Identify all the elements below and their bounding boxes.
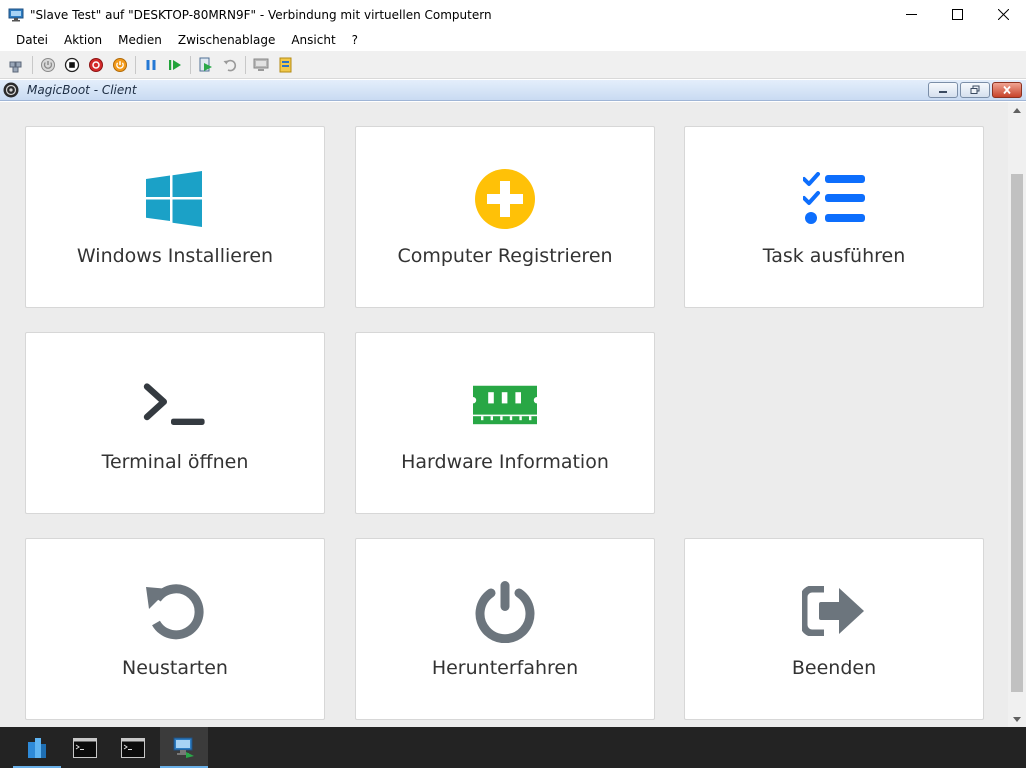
toolbar-separator <box>190 55 191 74</box>
taskbar-vm-connection[interactable] <box>160 727 208 768</box>
minimize-icon <box>939 91 947 93</box>
taskbar-cmd-2[interactable] <box>109 727 157 768</box>
magicboot-logo-icon <box>3 82 19 98</box>
chevron-down-icon <box>1013 716 1021 722</box>
toolbar-separator <box>135 55 136 74</box>
restore-icon <box>970 85 980 94</box>
tile-neustarten[interactable]: Neustarten <box>25 538 325 720</box>
scroll-thumb[interactable] <box>1011 174 1023 692</box>
resume-button[interactable] <box>163 54 187 76</box>
tile-terminal-oeffnen[interactable]: Terminal öffnen <box>25 332 325 514</box>
shutdown-icon <box>89 57 103 72</box>
vertical-scrollbar[interactable] <box>1008 102 1026 727</box>
shutdown-button[interactable] <box>84 54 108 76</box>
tile-label: Herunterfahren <box>431 657 579 679</box>
close-icon <box>1003 85 1011 95</box>
ctrl-alt-del-icon <box>9 61 22 72</box>
tile-label: Windows Installieren <box>76 245 274 267</box>
share-icon <box>279 57 292 72</box>
maximize-icon <box>951 9 963 20</box>
stop-icon <box>64 57 80 72</box>
window-titlebar: "Slave Test" auf "DESKTOP-80MRN9F" - Ver… <box>0 0 1026 29</box>
cmd-icon <box>73 737 97 758</box>
close-button[interactable] <box>980 0 1026 29</box>
guest-minimize-button[interactable] <box>928 82 958 98</box>
revert-button[interactable] <box>218 54 242 76</box>
guest-titlebar: MagicBoot - Client <box>0 80 1026 101</box>
menu-aktion[interactable]: Aktion <box>56 29 110 51</box>
tile-label: Task ausführen <box>762 245 906 267</box>
tile-label: Neustarten <box>122 657 228 679</box>
tile-label: Hardware Information <box>401 451 609 473</box>
menu-help[interactable]: ? <box>344 29 366 51</box>
menu-ansicht[interactable]: Ansicht <box>283 29 343 51</box>
toolbar-separator <box>32 55 33 74</box>
ctrl-alt-del-button[interactable] <box>5 54 29 76</box>
sign-out-icon <box>802 581 866 641</box>
guest-title: MagicBoot - Client <box>27 83 137 97</box>
tile-hardware-information[interactable]: Hardware Information <box>355 332 655 514</box>
power-off-icon <box>473 581 537 643</box>
resume-icon <box>169 59 181 70</box>
taskbar <box>0 727 1026 768</box>
minimize-button[interactable] <box>888 0 934 29</box>
menu-zwischenablage[interactable]: Zwischenablage <box>170 29 283 51</box>
tile-task-ausfuehren[interactable]: Task ausführen <box>684 126 984 308</box>
vm-connection-icon <box>173 737 194 758</box>
guest-restore-button[interactable] <box>960 82 990 98</box>
chevron-up-icon <box>1013 107 1021 113</box>
taskbar-cmd-1[interactable] <box>61 727 109 768</box>
window-title: "Slave Test" auf "DESKTOP-80MRN9F" - Ver… <box>30 7 492 22</box>
enhanced-session-button[interactable] <box>249 54 273 76</box>
maximize-button[interactable] <box>934 0 980 29</box>
turn-off-button[interactable] <box>60 54 84 76</box>
windows-logo-icon <box>143 169 207 229</box>
menu-bar: Datei Aktion Medien Zwischenablage Ansic… <box>0 29 1026 51</box>
toolbar <box>0 51 1026 79</box>
tile-windows-installieren[interactable]: Windows Installieren <box>25 126 325 308</box>
terminal-icon <box>143 375 207 435</box>
power-icon <box>113 57 127 72</box>
tile-computer-registrieren[interactable]: Computer Registrieren <box>355 126 655 308</box>
plus-circle-icon <box>473 169 537 229</box>
share-button[interactable] <box>273 54 297 76</box>
tile-herunterfahren[interactable]: Herunterfahren <box>355 538 655 720</box>
pause-button[interactable] <box>139 54 163 76</box>
restart-icon <box>143 581 207 641</box>
memory-chip-icon <box>473 375 537 435</box>
tile-label: Beenden <box>791 657 877 679</box>
client-area: Windows Installieren Computer Registrier… <box>0 102 1008 727</box>
scroll-down-button[interactable] <box>1008 711 1026 727</box>
scroll-up-button[interactable] <box>1008 102 1026 118</box>
guest-close-button[interactable] <box>992 82 1022 98</box>
checkpoint-icon <box>199 57 212 71</box>
start-icon <box>41 57 55 72</box>
cmd-icon <box>121 737 145 758</box>
server-manager-icon <box>28 737 46 758</box>
enhanced-session-icon <box>253 58 269 71</box>
tile-beenden[interactable]: Beenden <box>684 538 984 720</box>
checkpoint-button[interactable] <box>194 54 218 76</box>
menu-datei[interactable]: Datei <box>8 29 56 51</box>
revert-icon <box>223 59 237 71</box>
toolbar-separator <box>245 55 246 74</box>
tile-label: Terminal öffnen <box>101 451 249 473</box>
minimize-icon <box>905 14 917 15</box>
pause-icon <box>146 59 156 70</box>
close-icon <box>997 9 1009 20</box>
power-button[interactable] <box>108 54 132 76</box>
task-list-icon <box>802 169 866 229</box>
menu-medien[interactable]: Medien <box>110 29 170 51</box>
vm-connection-icon <box>8 8 24 21</box>
start-button[interactable] <box>36 54 60 76</box>
tile-label: Computer Registrieren <box>397 245 613 267</box>
taskbar-server-manager[interactable] <box>13 727 61 768</box>
